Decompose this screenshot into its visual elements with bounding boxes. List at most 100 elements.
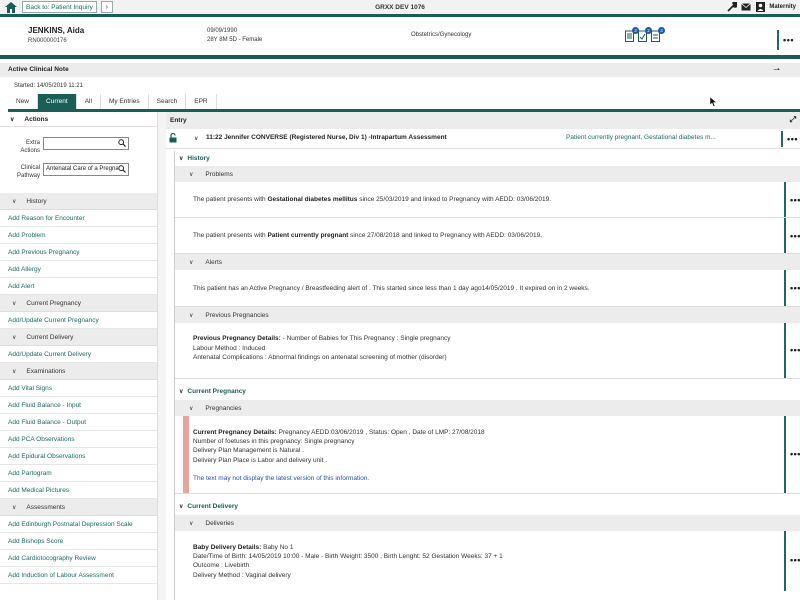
tab-my-entries[interactable]: My Entries — [100, 94, 149, 109]
add-bishops-score-link[interactable]: Add Bishops Score — [0, 533, 157, 550]
actions-header[interactable]: ∨ Actions — [0, 112, 157, 127]
current-pregnancy-heading: Current Pregnancy Details: — [193, 429, 277, 436]
add-previous-pregnancy-link[interactable]: Add Previous Pregnancy — [0, 244, 157, 261]
alert-card: This patient has an Active Pregnancy / B… — [175, 270, 800, 307]
problems-header[interactable]: ∨ Problems — [175, 166, 800, 182]
home-icon[interactable] — [3, 0, 19, 14]
add-vital-signs-link[interactable]: Add Vital Signs — [0, 380, 157, 397]
baby-delivery-more-menu[interactable]: ••• — [784, 531, 800, 591]
user-role-label[interactable]: Maternity — [769, 4, 796, 10]
tab-search[interactable]: Search — [148, 94, 187, 109]
entry-panel: Entry ⤢ ∨ 11:22 Jennifer CONVERSE (Regis… — [166, 112, 800, 600]
pregnancies-title: Pregnancies — [205, 404, 242, 412]
search-icon[interactable] — [118, 165, 126, 175]
chevron-right-icon[interactable]: › — [100, 1, 113, 13]
tab-all[interactable]: All — [76, 94, 101, 109]
add-induction-of-labour-link[interactable]: Add Induction of Labour Assessment — [0, 567, 157, 584]
panel-splitter[interactable] — [157, 112, 166, 600]
current-pregnancy-more-menu[interactable]: ••• — [784, 416, 800, 493]
add-pca-observations-link[interactable]: Add PCA Observations — [0, 431, 157, 448]
actions-title: Actions — [24, 115, 49, 123]
add-fluid-balance-input-link[interactable]: Add Fluid Balance - Input — [0, 397, 157, 414]
chevron-down-icon: ∨ — [12, 504, 17, 511]
section-current-delivery[interactable]: ∨ Current Delivery — [0, 329, 157, 346]
chevron-down-icon: ∨ — [12, 368, 17, 375]
patient-banner: JENKINS, Aida RN000000176 09/09/1990 28Y… — [0, 20, 800, 59]
chevron-down-icon: ∨ — [10, 116, 15, 123]
current-delivery-header[interactable]: ∨ Current Delivery — [175, 498, 800, 515]
labour-method: Labour Method : Induced — [193, 344, 266, 352]
wrench-icon[interactable] — [727, 2, 738, 12]
add-fluid-balance-output-link[interactable]: Add Fluid Balance - Output — [0, 414, 157, 431]
add-alert-link[interactable]: Add Alert — [0, 278, 157, 295]
add-cardiotocography-review-link[interactable]: Add Cardiotocography Review — [0, 550, 157, 567]
ellipsis-icon: ••• — [790, 194, 800, 205]
current-pregnancy-line: Current Pregnancy Details: Pregnancy AED… — [193, 428, 485, 437]
pregnancies-header[interactable]: ∨ Pregnancies — [175, 400, 800, 416]
deliveries-header[interactable]: ∨ Deliveries — [175, 515, 800, 531]
entry-more-menu[interactable]: ••• — [781, 131, 798, 147]
alert-more-menu[interactable]: ••• — [784, 270, 800, 306]
chevron-down-icon: ∨ — [189, 259, 194, 266]
baby-delivery-card: Baby Delivery Details: Baby No 1 Date/Ti… — [175, 531, 800, 591]
actions-panel: ∨ Actions Extra Actions Clinical Pathway… — [0, 112, 157, 600]
clinical-pathway-input[interactable]: Antenatal Care of a Pregnant — [43, 163, 129, 176]
problem-card: The patient presents with Gestational di… — [175, 182, 800, 218]
section-label: Current Delivery — [26, 333, 74, 341]
entry-author: 11:22 Jennifer CONVERSE (Registered Nurs… — [206, 134, 447, 141]
add-reason-for-encounter-link[interactable]: Add Reason for Encounter — [0, 210, 157, 227]
entry-row[interactable]: ∨ 11:22 Jennifer CONVERSE (Registered Nu… — [166, 129, 800, 149]
problem-more-menu[interactable]: ••• — [784, 182, 800, 217]
banner-more-menu[interactable]: ••• — [777, 30, 794, 50]
add-medical-pictures-link[interactable]: Add Medical Pictures — [0, 482, 157, 499]
tab-epr[interactable]: EPR — [186, 94, 217, 109]
add-problem-link[interactable]: Add Problem — [0, 227, 157, 244]
collapse-arrows-icon[interactable]: ⇀ — [773, 65, 780, 74]
history-header[interactable]: ∨ History — [175, 151, 800, 166]
problem-text: The patient presents with Patient curren… — [193, 232, 542, 239]
entry-summary[interactable]: Patient currently pregnant, Gestational … — [566, 134, 716, 141]
mail-icon[interactable] — [741, 2, 752, 12]
chevron-down-icon[interactable]: ∨ — [194, 135, 198, 142]
alerts-header[interactable]: ∨ Alerts — [175, 254, 800, 270]
number-of-foetuses: Number of foetuses in this pregnancy: Si… — [193, 438, 355, 446]
problem-card: The patient presents with Patient curren… — [175, 218, 800, 254]
extra-actions-input[interactable] — [43, 137, 129, 150]
ellipsis-icon: ••• — [790, 283, 800, 293]
add-partogram-link[interactable]: Add Partogram — [0, 465, 157, 482]
section-current-pregnancy[interactable]: ∨ Current Pregnancy — [0, 295, 157, 312]
previous-pregnancy-more-menu[interactable]: ••• — [784, 323, 800, 378]
chevron-down-icon: ∨ — [179, 504, 184, 510]
baby-delivery-line: Baby Delivery Details: Baby No 1 — [193, 543, 503, 552]
current-pregnancy-header[interactable]: ∨ Current Pregnancy — [175, 383, 800, 400]
patient-mrn: RN000000176 — [28, 38, 67, 44]
problem-more-menu[interactable]: ••• — [784, 218, 800, 253]
add-update-current-delivery-link[interactable]: Add/Update Current Delivery — [0, 346, 157, 363]
document-check-icon[interactable]: 2 — [638, 27, 652, 42]
section-assessments[interactable]: ∨ Assessments — [0, 499, 157, 516]
section-history[interactable]: ∨ History — [0, 193, 157, 210]
clipboard-icon[interactable]: 3 — [625, 27, 639, 42]
add-epidural-observations-link[interactable]: Add Epidural Observations — [0, 448, 157, 465]
previous-pregnancies-header[interactable]: ∨ Previous Pregnancies — [175, 307, 800, 323]
section-label: Examinations — [26, 367, 66, 375]
unlock-icon[interactable] — [169, 132, 177, 145]
warning-bar — [183, 416, 189, 493]
add-allergy-link[interactable]: Add Allergy — [0, 261, 157, 278]
problem-prefix: The patient presents with — [193, 196, 268, 203]
user-icon[interactable] — [755, 2, 765, 12]
section-examinations[interactable]: ∨ Examinations — [0, 363, 157, 380]
current-pregnancy-text: Current Pregnancy Details: Pregnancy AED… — [193, 428, 485, 483]
problem-prefix: The patient presents with — [193, 232, 268, 239]
back-to-patient-inquiry-button[interactable]: Back to: Patient Inquiry — [22, 1, 97, 13]
outdated-info-link[interactable]: The text may not display the latest vers… — [193, 474, 485, 483]
add-update-current-pregnancy-link[interactable]: Add/Update Current Pregnancy — [0, 312, 157, 329]
search-icon[interactable] — [118, 139, 126, 149]
document-icon[interactable]: 3 — [651, 27, 665, 42]
baby-delivery-text: Baby Delivery Details: Baby No 1 Date/Ti… — [193, 543, 503, 580]
tab-new[interactable]: New — [8, 94, 39, 109]
tab-current[interactable]: Current — [38, 94, 77, 109]
add-edinburgh-scale-link[interactable]: Add Edinburgh Postnatal Depression Scale — [0, 516, 157, 533]
problem-name: Gestational diabetes mellitus — [267, 196, 358, 203]
expand-icon[interactable]: ⤢ — [790, 115, 796, 125]
